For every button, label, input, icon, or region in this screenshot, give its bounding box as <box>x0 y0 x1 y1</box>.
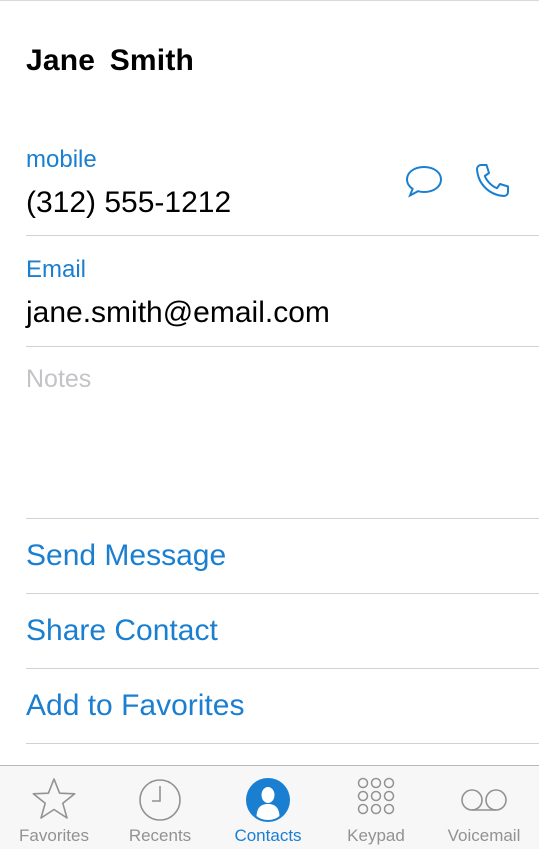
tab-contacts[interactable]: Contacts <box>214 766 322 849</box>
tab-label: Contacts <box>234 826 302 845</box>
message-icon[interactable] <box>404 164 444 200</box>
tab-voicemail[interactable]: Voicemail <box>430 766 538 849</box>
email-address[interactable]: jane.smith@email.com <box>26 296 330 330</box>
phone-label: mobile <box>26 146 97 173</box>
tab-favorites[interactable]: Favorites <box>0 766 108 849</box>
contact-name: Jane Smith <box>26 44 195 77</box>
divider <box>26 346 539 347</box>
clock-icon <box>139 779 181 821</box>
tab-label: Voicemail <box>447 826 521 845</box>
star-icon <box>32 778 76 819</box>
tab-bar: Favorites Recents Contacts Keypad Voicem… <box>0 765 539 849</box>
divider <box>26 743 539 744</box>
email-label: Email <box>26 256 87 283</box>
notes-field[interactable]: Notes <box>26 365 91 394</box>
keypad-icon <box>357 777 395 815</box>
tab-label: Keypad <box>347 826 405 845</box>
tab-keypad[interactable]: Keypad <box>322 766 430 849</box>
divider <box>26 518 539 519</box>
divider <box>26 668 539 669</box>
send-message-button[interactable]: Send Message <box>26 539 226 573</box>
voicemail-icon <box>461 789 507 811</box>
tab-label: Recents <box>128 826 192 845</box>
phone-icon[interactable] <box>472 161 512 201</box>
person-icon <box>246 778 290 822</box>
share-contact-button[interactable]: Share Contact <box>26 614 218 648</box>
divider <box>26 235 539 236</box>
divider <box>26 593 539 594</box>
tab-recents[interactable]: Recents <box>106 766 214 849</box>
tab-label: Favorites <box>19 826 89 845</box>
top-divider <box>0 0 539 1</box>
phone-number[interactable]: (312) 555-1212 <box>26 186 231 220</box>
add-to-favorites-button[interactable]: Add to Favorites <box>26 689 244 723</box>
